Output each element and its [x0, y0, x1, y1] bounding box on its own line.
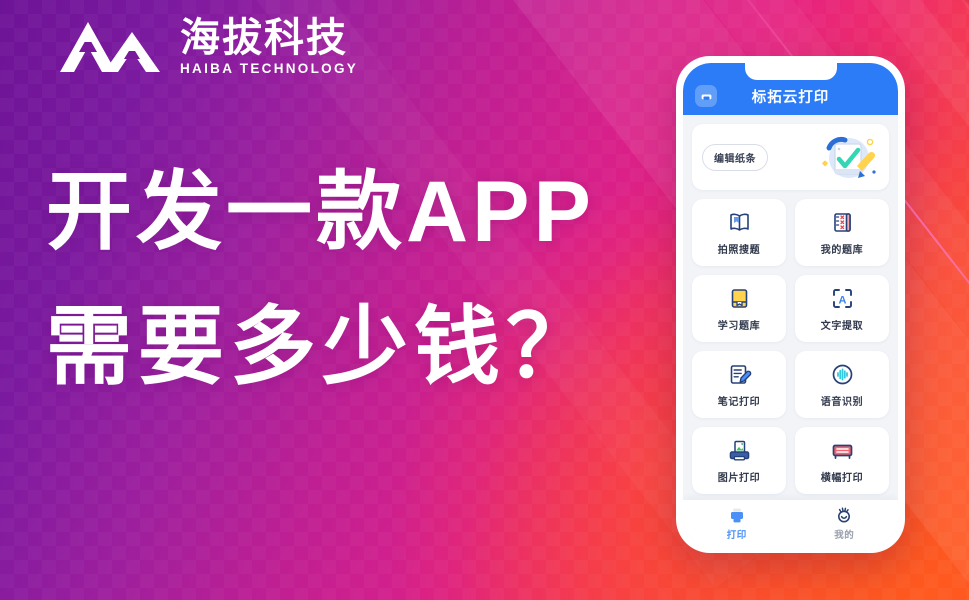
phone-mockup: 标拓云打印 编辑纸条 拍照搜题 我的题库 学习题库 A 文字提取 笔记打印 语音…	[676, 56, 905, 553]
photo-printer-icon	[727, 438, 752, 463]
tab-label: 我的	[834, 530, 855, 541]
headline-line-1: 开发一款APP	[46, 164, 595, 260]
text-scan-icon: A	[830, 286, 855, 311]
feature-grid: 拍照搜题 我的题库 学习题库 A 文字提取 笔记打印 语音识别 图片打印 横幅打…	[692, 199, 889, 546]
feature-label: 拍照搜题	[717, 244, 761, 256]
feature-label: 文字提取	[820, 320, 864, 332]
feature-label: 横幅打印	[820, 472, 864, 484]
note-pencil-icon	[727, 362, 752, 387]
brand-logo: 海拔科技 HAIBA TECHNOLOGY	[58, 16, 358, 78]
brand-text: 海拔科技 HAIBA TECHNOLOGY	[180, 15, 359, 77]
edit-note-button[interactable]: 编辑纸条	[702, 143, 768, 171]
feature-label: 我的题库	[820, 244, 864, 256]
bottom-tab-bar: 打印 我的	[683, 500, 898, 546]
feature-cell-note-print[interactable]: 笔记打印	[692, 351, 786, 418]
tab-print[interactable]: 打印	[683, 505, 791, 541]
feature-label: 笔记打印	[717, 396, 761, 408]
open-book-icon	[727, 210, 752, 235]
banner-print-icon	[830, 438, 855, 463]
mountain-logo-icon	[58, 16, 166, 78]
feature-cell-voice-recognition[interactable]: 语音识别	[795, 351, 889, 418]
feature-cell-study-bank[interactable]: 学习题库	[692, 275, 786, 342]
notebook-icon	[830, 210, 855, 235]
svg-text:A: A	[838, 294, 846, 306]
feature-label: 语音识别	[820, 396, 864, 408]
feature-label: 学习题库	[717, 320, 761, 332]
brand-name-cn: 海拔科技	[180, 15, 348, 60]
brand-name-en: HAIBA TECHNOLOGY	[180, 61, 359, 77]
yellow-book-icon	[727, 286, 752, 311]
feature-cell-photo-search[interactable]: 拍照搜题	[692, 199, 786, 266]
profile-tab-icon	[834, 505, 854, 525]
feature-label: 图片打印	[717, 472, 761, 484]
printer-tab-icon	[727, 505, 747, 525]
app-title: 标拓云打印	[751, 90, 830, 106]
feature-cell-my-questions[interactable]: 我的题库	[795, 199, 889, 266]
app-content: 编辑纸条 拍照搜题 我的题库 学习题库 A 文字提取 笔记打印 语音识别 图片打…	[683, 115, 898, 546]
checklist-pencil-illustration	[805, 128, 879, 186]
tab-profile[interactable]: 我的	[791, 505, 899, 541]
tab-label: 打印	[726, 530, 747, 541]
app-header: 标拓云打印	[683, 63, 898, 115]
voice-wave-icon	[830, 362, 855, 387]
feature-cell-banner-print[interactable]: 横幅打印	[795, 427, 889, 494]
feature-cell-photo-print[interactable]: 图片打印	[692, 427, 786, 494]
phone-screen: 标拓云打印 编辑纸条 拍照搜题 我的题库 学习题库 A 文字提取 笔记打印 语音…	[683, 63, 898, 546]
headline-line-2: 需要多少钱？	[46, 299, 598, 396]
feature-cell-text-extract[interactable]: A 文字提取	[795, 275, 889, 342]
phone-notch	[744, 63, 837, 80]
headline: 开发一款APP 需要多少钱？	[46, 164, 598, 396]
edit-note-banner[interactable]: 编辑纸条	[692, 124, 889, 190]
